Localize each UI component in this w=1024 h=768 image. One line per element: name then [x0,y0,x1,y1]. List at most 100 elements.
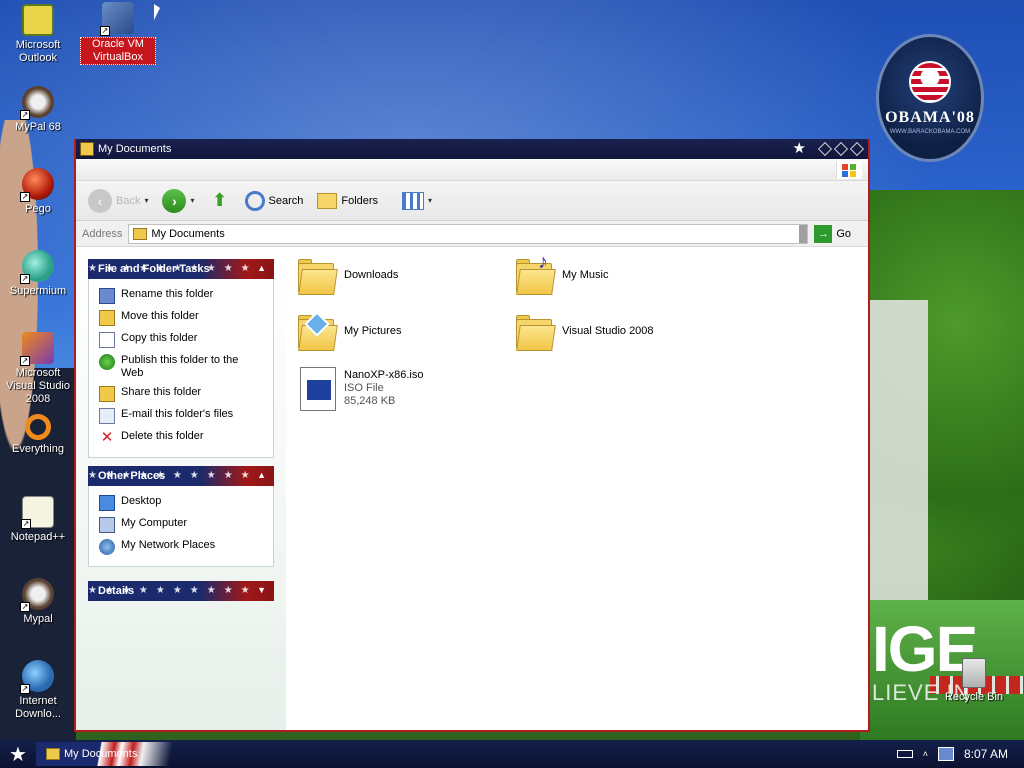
desktop-icon-recycle-bin[interactable]: Recycle Bin [936,658,1012,704]
star-icon: ★ [792,140,806,157]
task-label: Publish this folder to the Web [121,354,239,379]
search-label: Search [268,194,304,207]
virtualbox-icon: ↗ [100,2,134,36]
details-header[interactable]: ★★★★★★★★★★ Details ▼ [88,581,274,601]
task-label: Rename this folder [121,288,214,300]
supermium-icon: ↗ [20,250,54,284]
forward-arrow-icon: › [162,188,187,213]
obama-badge: OBAMA'08 WWW.BARACKOBAMA.COM [876,34,984,162]
maximize-button[interactable] [833,141,849,157]
folder-my-music[interactable]: ♪ My Music [514,251,734,297]
wallpaper-house [868,300,928,600]
share-folder-link[interactable]: Share this folder [89,383,273,405]
desktop-link[interactable]: Desktop [89,492,273,514]
my-computer-link[interactable]: My Computer [89,514,273,536]
delete-folder-link[interactable]: ✕ Delete this folder [89,427,273,449]
folder-downloads[interactable]: Downloads [296,257,516,297]
chevron-down-icon: ▾ [190,196,195,205]
desktop-icon-supermium[interactable]: ↗ Supermium [0,250,76,298]
publish-folder-link[interactable]: Publish this folder to the Web [89,351,273,383]
publish-web-icon [99,354,115,370]
taskbar-button-my-documents[interactable]: My Documents [36,742,176,766]
file-folder-tasks-header[interactable]: ★★★★★★★★★★ File and Folder Tasks ▲ [88,259,274,279]
other-places-header[interactable]: ★★★★★★★★★★ Other Places ▲ [88,466,274,486]
desktop-icon-virtualbox[interactable]: ↗ Oracle VM VirtualBox [80,2,156,65]
keyboard-icon[interactable] [896,750,913,758]
desktop-icon-label: Recycle Bin [944,691,1004,703]
desktop-icon-notepadpp[interactable]: ↗ Notepad++ [0,496,76,544]
email-icon [99,408,115,424]
badge-subtext: WWW.BARACKOBAMA.COM [889,129,971,135]
desktop-icon-label: Microsoft Outlook [15,39,61,64]
iso-file-icon [296,365,336,411]
move-icon [99,310,115,326]
chevron-down-icon: ▾ [144,196,149,205]
internet-download-icon: ↗ [20,660,54,694]
desktop-icon [99,495,115,511]
folder-icon [514,313,556,353]
task-label: Delete this folder [121,430,204,442]
taskbar-button-label: My Documents [64,748,138,760]
folder-icon [46,748,60,760]
desktop-icon-label: Mypal [23,613,53,625]
move-folder-link[interactable]: Move this folder [89,307,273,329]
folder-visual-studio[interactable]: Visual Studio 2008 [514,313,734,353]
desktop-icon-visual-studio[interactable]: ↗ Microsoft Visual Studio 2008 [0,332,76,406]
content-area: ★★★★★★★★★★ File and Folder Tasks ▲ Renam… [76,247,868,730]
title-bar[interactable]: My Documents ★ [76,139,868,159]
mypal-icon: ↗ [20,86,54,120]
views-button[interactable]: ▾ [398,186,436,216]
folders-button[interactable]: Folders [313,186,382,216]
network-places-icon [99,539,115,555]
network-places-link[interactable]: My Network Places [89,536,273,558]
search-button[interactable]: Search [241,186,308,216]
back-button[interactable]: ‹ Back ▾ [84,186,152,216]
up-arrow-icon: ⬆ [211,190,228,210]
panel-title: Details [98,585,135,597]
address-dropdown-button[interactable] [799,224,808,243]
desktop-icon-label: Oracle VM VirtualBox [80,37,156,65]
chevron-up-icon[interactable]: ˄ [923,749,928,759]
folder-my-pictures[interactable]: My Pictures [296,311,516,353]
place-label: Desktop [121,495,162,507]
desktop-icon-label: Notepad++ [10,531,66,543]
obama-logo-icon [909,61,951,103]
desktop-icon-internet-download[interactable]: ↗ Internet Downlo... [0,660,76,721]
desktop-icon-label: Microsoft Visual Studio 2008 [5,367,70,405]
network-icon[interactable] [937,747,954,761]
mypal-icon: ↗ [20,578,54,612]
outlook-icon [22,4,54,36]
visual-studio-icon: ↗ [20,332,54,366]
recycle-bin-icon [962,658,986,688]
task-label: Share this folder [121,386,202,398]
copy-folder-link[interactable]: Copy this folder [89,329,273,351]
up-folder-button[interactable]: ⬆ [205,186,235,216]
minimize-button[interactable] [817,141,833,157]
star-icon: ★ [9,743,27,766]
rename-folder-link[interactable]: Rename this folder [89,285,273,307]
go-button[interactable]: → Go [814,224,851,243]
chevron-down-icon: ▾ [428,196,433,205]
desktop-icon-mypal68[interactable]: ↗ MyPal 68 [0,86,76,134]
desktop-icon-outlook[interactable]: Microsoft Outlook [0,4,76,65]
email-files-link[interactable]: E-mail this folder's files [89,405,273,427]
desktop-icon-everything[interactable]: Everything [0,414,76,456]
back-arrow-icon: ‹ [88,188,112,213]
start-button[interactable]: ★ [0,740,36,768]
desktop-icon-label: MyPal 68 [15,121,61,133]
desktop-icon-mypal[interactable]: ↗ Mypal [0,578,76,626]
clock[interactable]: 8:07 AM [964,747,1008,761]
my-computer-icon [99,517,115,533]
desktop-icon-pego[interactable]: ↗ Pego [0,168,76,216]
close-button[interactable] [849,141,865,157]
collapse-icon[interactable]: ▲ [257,263,266,273]
file-name: Visual Studio 2008 [562,325,654,337]
file-type: ISO File [344,382,384,394]
file-nanoxp-iso[interactable]: NanoXP-x86.iso ISO File 85,248 KB [296,365,516,411]
forward-button[interactable]: › ▾ [158,186,198,216]
file-folder-tasks-panel: ★★★★★★★★★★ File and Folder Tasks ▲ Renam… [88,259,274,458]
collapse-icon[interactable]: ▲ [257,470,266,480]
panel-title: File and Folder Tasks [98,263,210,275]
expand-icon[interactable]: ▼ [257,585,266,595]
address-input[interactable]: My Documents [128,223,809,244]
